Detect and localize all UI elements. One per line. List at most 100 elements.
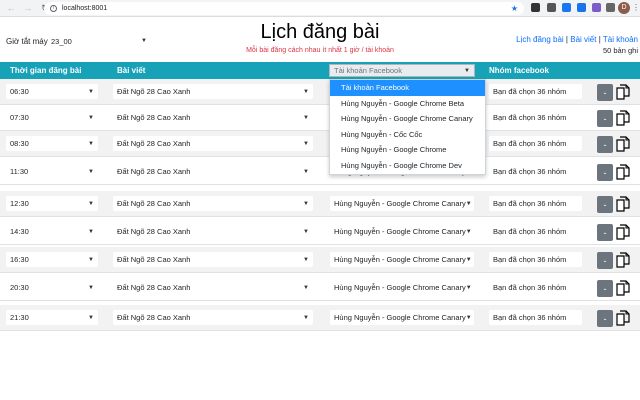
- menu-kebab-icon[interactable]: ⋮: [632, 3, 640, 12]
- group-select[interactable]: Bạn đã chọn 36 nhóm: [489, 224, 582, 239]
- browser-toolbar: ← → ↻ i localhost:8001 ★ D ⋮: [0, 0, 640, 17]
- group-select[interactable]: Bạn đã chọn 36 nhóm: [489, 310, 582, 325]
- account-select[interactable]: Hùng Nguyễn - Google Chrome Canary ▼: [330, 310, 474, 325]
- time-select[interactable]: 20:30 ▼: [6, 280, 98, 295]
- post-select[interactable]: Đất Ngõ 28 Cao Xanh ▼: [113, 252, 313, 267]
- time-select[interactable]: 21:30 ▼: [6, 310, 98, 325]
- time-select[interactable]: 11:30 ▼: [6, 164, 98, 179]
- time-select[interactable]: 08:30 ▼: [6, 136, 98, 151]
- group-select[interactable]: Bạn đã chọn 36 nhóm: [489, 280, 582, 295]
- post-value: Đất Ngõ 28 Cao Xanh: [117, 167, 191, 176]
- post-select[interactable]: Đất Ngõ 28 Cao Xanh ▼: [113, 310, 313, 325]
- dropdown-option[interactable]: Hùng Nguyễn - Google Chrome Canary: [330, 111, 485, 127]
- remove-row-button[interactable]: -: [597, 110, 613, 127]
- time-value: 08:30: [10, 139, 29, 148]
- chevron-down-icon: ▼: [88, 284, 94, 291]
- chevron-down-icon: ▼: [303, 256, 309, 263]
- extension-icon[interactable]: [577, 3, 586, 12]
- chevron-down-icon: ▼: [465, 314, 472, 321]
- profile-avatar[interactable]: D: [618, 2, 630, 14]
- copy-icon[interactable]: [616, 84, 630, 100]
- nav-link-accounts[interactable]: Tài khoản: [603, 35, 638, 44]
- post-value: Đất Ngõ 28 Cao Xanh: [117, 113, 191, 122]
- time-select[interactable]: 07:30 ▼: [6, 110, 98, 125]
- nav-link-schedule[interactable]: Lịch đăng bài: [516, 35, 564, 44]
- forward-icon[interactable]: →: [22, 2, 34, 14]
- copy-icon[interactable]: [616, 110, 630, 126]
- dropdown-option[interactable]: Tài khoản Facebook: [330, 80, 485, 96]
- copy-icon[interactable]: [616, 252, 630, 268]
- post-select[interactable]: Đất Ngõ 28 Cao Xanh ▼: [113, 280, 313, 295]
- account-select[interactable]: Hùng Nguyễn - Google Chrome Canary ▼: [330, 252, 474, 267]
- puzzle-icon[interactable]: [606, 3, 615, 12]
- time-select[interactable]: 06:30 ▼: [6, 84, 98, 99]
- record-count: 50 bản ghi: [602, 46, 638, 55]
- remove-row-button[interactable]: -: [597, 252, 613, 269]
- post-select[interactable]: Đất Ngõ 28 Cao Xanh ▼: [113, 84, 313, 99]
- chevron-down-icon: ▼: [88, 228, 94, 235]
- post-value: Đất Ngõ 28 Cao Xanh: [117, 139, 191, 148]
- account-select[interactable]: Hùng Nguyễn - Google Chrome Canary ▼: [330, 224, 474, 239]
- group-select[interactable]: Bạn đã chọn 36 nhóm: [489, 84, 582, 99]
- chevron-down-icon: ▼: [303, 140, 309, 147]
- facebook-extension-icon[interactable]: [562, 3, 571, 12]
- table-row: 16:30 ▼ Đất Ngõ 28 Cao Xanh ▼ Hùng Nguyễ…: [0, 247, 640, 273]
- site-info-icon[interactable]: i: [50, 5, 57, 12]
- address-bar[interactable]: i localhost:8001 ★: [44, 2, 524, 15]
- copy-icon[interactable]: [616, 280, 630, 296]
- shutdown-time-value: 23_00: [51, 36, 72, 46]
- post-select[interactable]: Đất Ngõ 28 Cao Xanh ▼: [113, 224, 313, 239]
- time-value: 06:30: [10, 87, 29, 96]
- group-select[interactable]: Bạn đã chọn 36 nhóm: [489, 252, 582, 267]
- copy-icon[interactable]: [616, 164, 630, 180]
- time-select[interactable]: 12:30 ▼: [6, 196, 98, 211]
- chevron-down-icon: ▼: [88, 140, 94, 147]
- remove-row-button[interactable]: -: [597, 224, 613, 241]
- post-select[interactable]: Đất Ngõ 28 Cao Xanh ▼: [113, 164, 313, 179]
- extension-icon[interactable]: [547, 3, 556, 12]
- account-filter-select[interactable]: Tài khoản Facebook ▼: [329, 64, 475, 77]
- account-select[interactable]: Hùng Nguyễn - Google Chrome Canary ▼: [330, 280, 474, 295]
- table-row: 07:30 ▼ Đất Ngõ 28 Cao Xanh ▼ Hùng Nguyễ…: [0, 105, 640, 131]
- remove-row-button[interactable]: -: [597, 84, 613, 101]
- dropdown-option[interactable]: Hùng Nguyễn - Google Chrome Beta: [330, 96, 485, 112]
- link-extension-icon[interactable]: [592, 3, 601, 12]
- dropdown-option[interactable]: Hùng Nguyễn - Google Chrome: [330, 142, 485, 158]
- group-select[interactable]: Bạn đã chọn 36 nhóm: [489, 196, 582, 211]
- group-select[interactable]: Bạn đã chọn 36 nhóm: [489, 164, 582, 179]
- post-select[interactable]: Đất Ngõ 28 Cao Xanh ▼: [113, 110, 313, 125]
- copy-icon[interactable]: [616, 196, 630, 212]
- post-select[interactable]: Đất Ngõ 28 Cao Xanh ▼: [113, 196, 313, 211]
- shutdown-time-select[interactable]: 23_00 ▼: [48, 34, 150, 48]
- back-icon[interactable]: ←: [5, 2, 17, 14]
- shutdown-time-label: Giờ tắt máy: [6, 37, 48, 46]
- extension-icon[interactable]: [531, 3, 540, 12]
- chevron-down-icon: ▼: [303, 168, 309, 175]
- account-select[interactable]: Hùng Nguyễn - Google Chrome Canary ▼: [330, 196, 474, 211]
- group-select[interactable]: Bạn đã chọn 36 nhóm: [489, 110, 582, 125]
- remove-row-button[interactable]: -: [597, 196, 613, 213]
- copy-icon[interactable]: [616, 310, 630, 326]
- table-header: Thời gian đăng bài Bài viết Nhóm faceboo…: [0, 62, 640, 79]
- remove-row-button[interactable]: -: [597, 310, 613, 327]
- dropdown-option[interactable]: Hùng Nguyễn - Google Chrome Dev: [330, 158, 485, 174]
- chevron-down-icon: ▼: [465, 256, 472, 263]
- copy-icon[interactable]: [616, 224, 630, 240]
- copy-icon[interactable]: [616, 136, 630, 152]
- col-post-header: Bài viết: [117, 66, 146, 75]
- nav-link-posts[interactable]: Bài viết: [570, 35, 596, 44]
- remove-row-button[interactable]: -: [597, 164, 613, 181]
- bookmark-star-icon[interactable]: ★: [511, 4, 518, 13]
- time-select[interactable]: 16:30 ▼: [6, 252, 98, 267]
- chevron-down-icon: ▼: [465, 228, 472, 235]
- dropdown-option[interactable]: Hùng Nguyễn - Cốc Cốc: [330, 127, 485, 143]
- group-select[interactable]: Bạn đã chọn 36 nhóm: [489, 136, 582, 151]
- nav-separator: |: [565, 35, 568, 44]
- remove-row-button[interactable]: -: [597, 280, 613, 297]
- table-row: 08:30 ▼ Đất Ngõ 28 Cao Xanh ▼ Hùng Nguyễ…: [0, 131, 640, 157]
- group-value: Bạn đã chọn 36 nhóm: [493, 255, 567, 264]
- account-dropdown-list: Tài khoản Facebook Hùng Nguyễn - Google C…: [329, 79, 486, 175]
- post-select[interactable]: Đất Ngõ 28 Cao Xanh ▼: [113, 136, 313, 151]
- time-select[interactable]: 14:30 ▼: [6, 224, 98, 239]
- remove-row-button[interactable]: -: [597, 136, 613, 153]
